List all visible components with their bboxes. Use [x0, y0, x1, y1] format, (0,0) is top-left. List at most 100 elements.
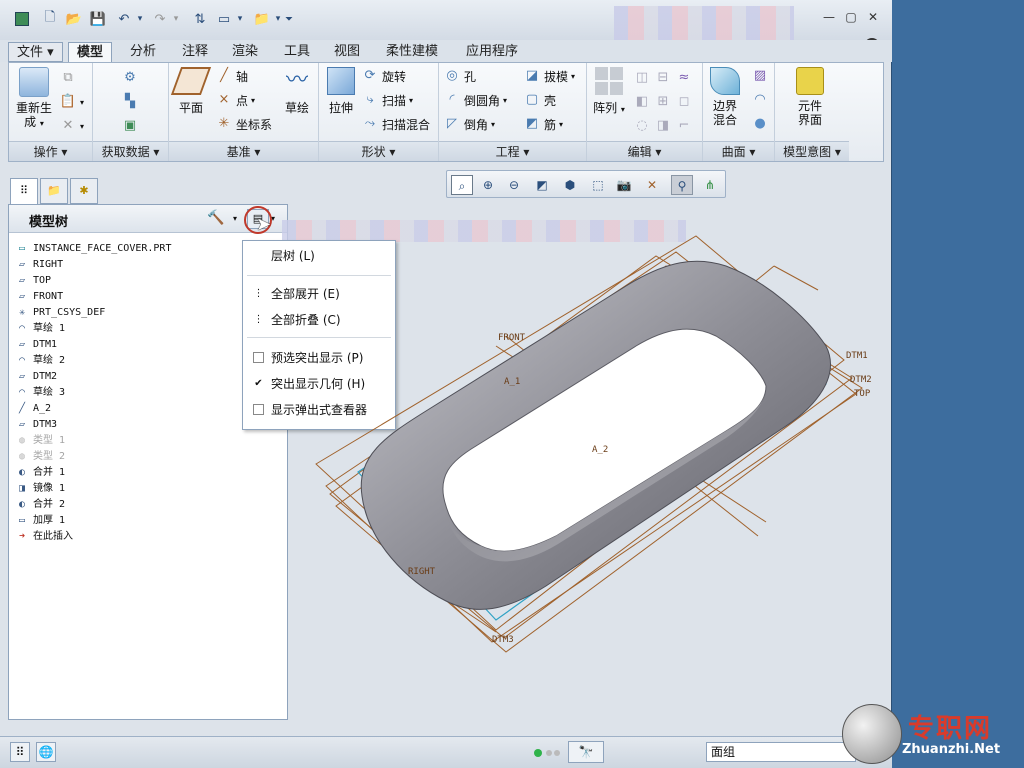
pattern-button[interactable]: 阵列 ▾ — [589, 67, 629, 117]
trim-tool-icon[interactable]: ◧ ⊞ ◻ — [633, 93, 693, 111]
group-label-operations[interactable]: 操作 ▾ — [9, 141, 92, 161]
highlight-geometry-check-icon[interactable]: ✔ — [253, 378, 264, 389]
sweep-button[interactable]: ⤷ 扫描 ▾ — [361, 91, 413, 109]
annotation-display-icon[interactable]: ⋔ — [699, 175, 721, 195]
copy-icon[interactable]: ⧉ — [59, 69, 77, 87]
group-label-editing[interactable]: 编辑 ▾ — [587, 141, 702, 161]
zoom-in-icon[interactable]: ⊕ — [477, 175, 499, 195]
group-label-engineering[interactable]: 工程 ▾ — [439, 141, 586, 161]
axis-button[interactable]: ╱ 轴 — [215, 67, 248, 85]
maximize-icon[interactable]: ▢ — [842, 10, 860, 26]
model-tree-item[interactable]: ➜ 在此插入 — [15, 529, 73, 545]
selection-filter[interactable]: 面组 — [706, 742, 856, 762]
windows-dropdown-icon[interactable]: ▾ — [234, 9, 246, 29]
datum-display-icon[interactable]: ✕ — [641, 175, 663, 195]
point-button[interactable]: × 点 ▾ — [215, 91, 255, 109]
regenerate-icon[interactable]: ⇅ — [190, 9, 210, 29]
model-tree-tab-icon[interactable]: ⠿ — [10, 178, 38, 204]
minimize-icon[interactable]: — — [820, 10, 838, 26]
model-tree-item[interactable]: ◠ 草绘 2 — [15, 353, 65, 369]
tab-tools[interactable]: 工具 — [276, 42, 318, 62]
extrude-button[interactable]: 拉伸 — [323, 67, 359, 115]
plane-button[interactable]: 平面 — [170, 67, 212, 115]
tab-file[interactable]: 文件 ▾ — [8, 42, 63, 62]
rib-button[interactable]: ◩ 筋 ▾ — [523, 115, 563, 133]
undo-icon[interactable]: ↶ — [114, 9, 134, 29]
browser-toggle-icon[interactable]: 🌐 — [36, 742, 56, 762]
delete-icon[interactable]: ✕ ▾ — [59, 117, 84, 135]
model-tree-item[interactable]: ▱ DTM2 — [15, 369, 57, 385]
chamfer-button[interactable]: ◸ 倒角 ▾ — [443, 115, 495, 133]
tab-annotate[interactable]: 注释 — [174, 42, 216, 62]
tab-render[interactable]: 渲染 — [224, 42, 266, 62]
draft-button[interactable]: ◪ 拔模 ▾ — [523, 67, 575, 85]
style-icon[interactable]: ● — [751, 115, 769, 133]
sweep-blend-button[interactable]: ⤳ 扫描混合 — [361, 115, 430, 133]
shrinkwrap-icon[interactable]: ▣ — [121, 117, 139, 135]
mirror-tool-icon[interactable]: ◫ ⊟ ≈ — [633, 69, 693, 87]
group-label-datum[interactable]: 基准 ▾ — [169, 141, 318, 161]
fill-icon[interactable]: ◠ — [751, 91, 769, 109]
zoom-out-icon[interactable]: ⊖ — [503, 175, 525, 195]
tab-flexible-modeling[interactable]: 柔性建模 — [378, 42, 446, 62]
offset-tool-icon[interactable]: ◌ ◨ ⌐ — [633, 117, 693, 135]
model-tree-item[interactable]: ▱ FRONT — [15, 289, 63, 305]
display-style-icon[interactable]: ⬢ — [559, 175, 581, 195]
new-icon[interactable]: 🗋 — [40, 9, 60, 29]
model-tree-item[interactable]: ▭ 加厚 1 — [15, 513, 65, 529]
tab-view[interactable]: 视图 — [326, 42, 368, 62]
model-tree-item[interactable]: ◠ 草绘 3 — [15, 385, 65, 401]
group-label-shapes[interactable]: 形状 ▾ — [319, 141, 438, 161]
open-icon[interactable]: 📂 — [64, 9, 84, 29]
regenerate-button[interactable]: 重新生 成 ▾ — [11, 67, 57, 131]
model-tree-item[interactable]: ▭ INSTANCE_FACE_COVER.PRT — [15, 241, 172, 257]
sketch-button[interactable]: 〰 草绘 — [279, 67, 315, 115]
model-tree-item[interactable]: ✳ PRT_CSYS_DEF — [15, 305, 105, 321]
user-defined-feature-icon[interactable]: ▚ — [121, 93, 139, 111]
popup-viewer-checkbox[interactable] — [253, 404, 264, 415]
model-tree-item[interactable]: ◐ 合并 1 — [15, 465, 65, 481]
hole-button[interactable]: ◎ 孔 — [443, 67, 476, 85]
redo-dropdown-icon[interactable]: ▾ — [170, 9, 182, 29]
saved-orientations-icon[interactable]: ⬚ — [587, 175, 609, 195]
round-button[interactable]: ◜ 倒圆角 ▾ — [443, 91, 507, 109]
model-tree-item[interactable]: ◍ 类型 2 — [15, 449, 65, 465]
windows-icon[interactable]: ▭ — [214, 9, 234, 29]
view-manager-icon[interactable]: 📷 — [613, 175, 635, 195]
model-tree-item[interactable]: ◨ 镜像 1 — [15, 481, 65, 497]
model-tree-item[interactable]: ▱ DTM3 — [15, 417, 57, 433]
model-tree-item[interactable]: ╱ A_2 — [15, 401, 51, 417]
shell-button[interactable]: ▢ 壳 — [523, 91, 556, 109]
folder-browser-tab-icon[interactable]: 📁 — [40, 178, 68, 204]
settings-tools-icon[interactable]: 🔨 — [207, 210, 224, 226]
component-interface-button[interactable]: 元件 界面 — [785, 67, 835, 127]
close-icon[interactable]: ✕ — [864, 10, 882, 26]
undo-dropdown-icon[interactable]: ▾ — [134, 9, 146, 29]
close-window-icon[interactable]: 📁 — [252, 9, 272, 29]
csys-button[interactable]: ✳ 坐标系 — [215, 115, 272, 133]
copy-geom-icon[interactable]: ⚙ — [121, 69, 139, 87]
model-tree-item[interactable]: ◐ 合并 2 — [15, 497, 65, 513]
find-icon[interactable]: 🔭 — [568, 741, 604, 763]
boundary-blend-button[interactable]: 边界 混合 — [705, 67, 745, 127]
paste-icon[interactable]: 📋 ▾ — [59, 93, 84, 111]
model-tree-item[interactable]: ▱ TOP — [15, 273, 51, 289]
group-label-get-data[interactable]: 获取数据 ▾ — [93, 141, 168, 161]
refit-icon[interactable]: ⌕ — [451, 175, 473, 195]
model-tree-item[interactable]: ◍ 类型 1 — [15, 433, 65, 449]
tab-applications[interactable]: 应用程序 — [458, 42, 526, 62]
graphics-window[interactable]: FRONT DTM1 DTM2 TOP DTM3 A_1 A_2 RIGHT — [296, 206, 886, 726]
customize-qat-icon[interactable]: ⏷ — [282, 9, 296, 29]
model-tree-item[interactable]: ▱ RIGHT — [15, 257, 63, 273]
model-tree-item[interactable]: ▱ DTM1 — [15, 337, 57, 353]
tab-analysis[interactable]: 分析 — [122, 42, 164, 62]
favorites-tab-icon[interactable]: ✱ — [70, 178, 98, 204]
group-label-model-intent[interactable]: 模型意图 ▾ — [775, 141, 849, 161]
model-tree-item[interactable]: ◠ 草绘 1 — [15, 321, 65, 337]
save-icon[interactable]: 💾 — [88, 9, 108, 29]
revolve-button[interactable]: ⟳ 旋转 — [361, 67, 406, 85]
group-label-surfaces[interactable]: 曲面 ▾ — [703, 141, 774, 161]
spin-center-icon[interactable]: ⚲ — [671, 175, 693, 195]
redo-icon[interactable]: ↷ — [150, 9, 170, 29]
preselect-checkbox[interactable] — [253, 352, 264, 363]
